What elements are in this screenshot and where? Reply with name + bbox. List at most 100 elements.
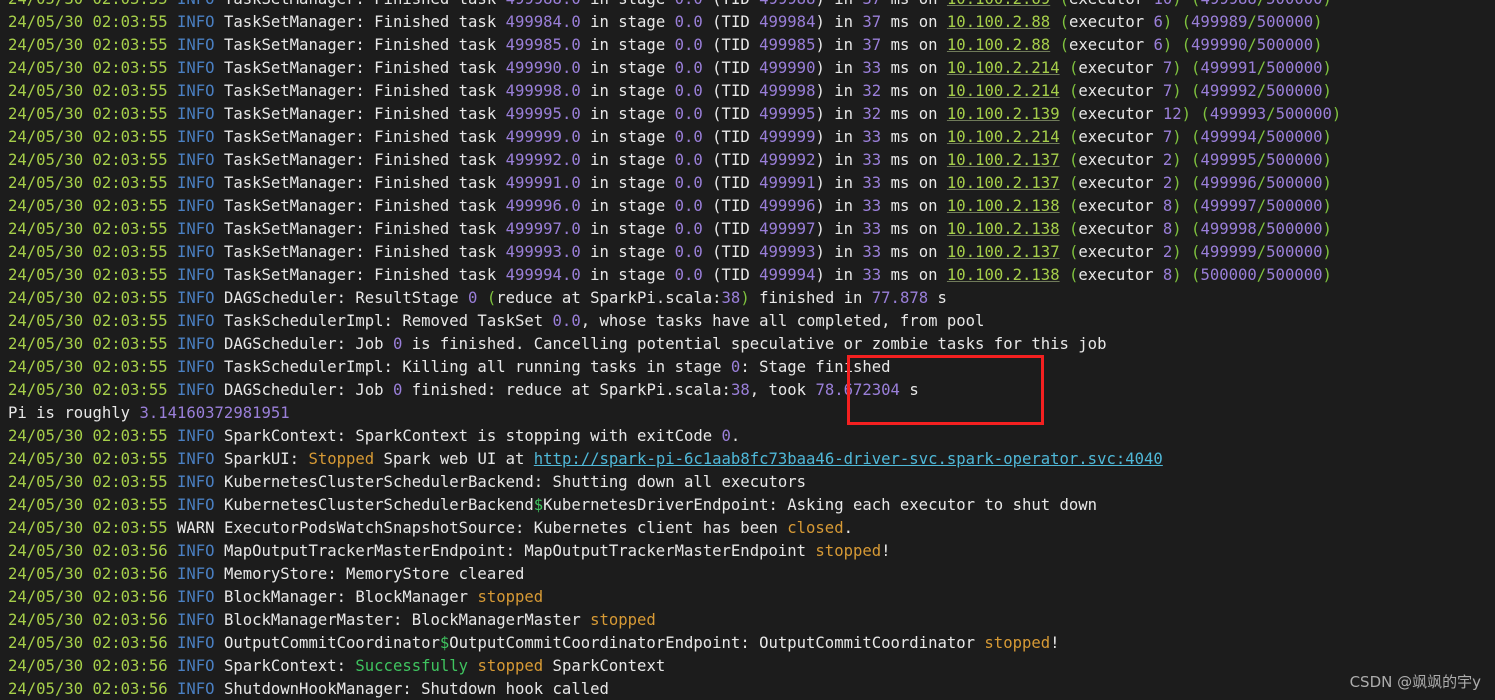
log-token-txt: KubernetesClusterSchedulerBackend [214,496,534,514]
log-line: 24/05/30 02:03:55 INFO TaskSchedulerImpl… [8,356,1495,379]
log-token-ts: 24/05/30 02:03:55 [8,0,177,8]
log-token-num: 500000 [1266,266,1323,284]
log-token-txt [1172,36,1181,54]
log-token-txt: executor [1078,151,1163,169]
log-token-num: 499994 [759,266,816,284]
log-token-ts: 24/05/30 02:03:55 [8,312,177,330]
log-token-txt: TaskSetManager: Finished task [214,36,506,54]
log-token-ip: 10.100.2.88 [946,13,1051,31]
log-token-ok: Successfully [355,657,469,675]
log-token-txt: executor [1078,59,1163,77]
log-token-txt: TaskSetManager: Finished task [215,0,506,8]
log-token-num: 499997 [759,220,816,238]
log-token-txt: TaskSetManager: Finished task [214,13,506,31]
log-token-grn: ( [477,289,497,307]
log-token-txt: ms on [881,0,947,8]
log-token-num: 499989 [1191,13,1248,31]
log-token-txt: (TID [702,59,760,77]
log-token-grn: ) [1322,59,1332,77]
log-token-txt: ) in [815,174,863,192]
log-token-org: stopped [815,542,882,560]
log-line: 24/05/30 02:03:55 INFO TaskSetManager: F… [8,149,1495,172]
log-token-num: 500000 [1266,151,1323,169]
log-token-grn: ) [1162,36,1173,54]
log-token-ip: 10.100.2.88 [946,36,1051,54]
log-token-info: INFO [177,197,215,215]
log-token-grn: ( [1059,243,1079,261]
log-token-num: 33 [862,174,882,192]
log-token-ts: 24/05/30 02:03:56 [8,611,177,629]
log-token-txt: (TID [702,197,760,215]
log-token-txt: Pi is roughly [8,404,140,422]
log-token-txt: (TID [702,13,760,31]
log-token-grn: ) [1172,151,1182,169]
log-token-txt: in stage [580,105,675,123]
log-token-ts: 24/05/30 02:03:55 [8,450,177,468]
log-token-info: INFO [177,82,215,100]
log-token-grn: / [1256,243,1267,261]
log-token-grn: ( [1181,13,1192,31]
log-token-txt: in stage [580,197,675,215]
log-line: 24/05/30 02:03:55 INFO TaskSetManager: F… [8,0,1495,11]
log-token-num: 33 [862,151,882,169]
log-token-txt: ) in [815,266,863,284]
log-token-num: 6 [1153,13,1163,31]
log-token-txt: ms on [881,128,947,146]
log-token-grn: / [1256,197,1267,215]
log-token-ip: 10.100.2.138 [946,197,1060,215]
log-token-num: 0.0 [674,197,703,215]
log-token-txt [1182,0,1191,8]
log-token-txt: s [928,289,947,307]
log-token-num: 499990 [1191,36,1248,54]
log-token-num: 8 [1162,197,1173,215]
log-token-grn: ) [1331,105,1342,123]
log-token-txt: DAGScheduler: Job [214,381,393,399]
log-token-grn: / [1256,59,1267,77]
log-token-num: 32 [862,82,882,100]
log-token-num: 499993 [1209,105,1267,123]
log-line: 24/05/30 02:03:55 INFO TaskSchedulerImpl… [8,310,1495,333]
log-token-txt: TaskSetManager: Finished task [214,59,506,77]
log-token-num: 499992.0 [505,151,581,169]
log-line: 24/05/30 02:03:55 INFO TaskSetManager: F… [8,57,1495,80]
log-token-grn: ) [1313,13,1323,31]
log-token-info: INFO [177,220,215,238]
log-token-grn: ) [1172,266,1182,284]
log-token-ts: 24/05/30 02:03:56 [8,542,177,560]
log-token-dol: $ [439,634,450,652]
log-output[interactable]: 24/05/30 02:03:55 INFO TaskSetManager: F… [8,0,1495,700]
log-token-ts: 24/05/30 02:03:55 [8,289,177,307]
log-token-txt: SparkContext: [214,657,356,675]
log-token-ts: 24/05/30 02:03:55 [8,220,177,238]
log-line: 24/05/30 02:03:55 INFO DAGScheduler: Job… [8,379,1495,402]
log-token-txt: executor [1078,197,1163,215]
log-token-num: 499988.0 [506,0,581,8]
log-token-ts: 24/05/30 02:03:55 [8,197,177,215]
log-token-num: 33 [862,128,882,146]
log-token-ip: 10.100.2.139 [946,105,1060,123]
log-token-num: 33 [862,220,882,238]
log-token-num: 0.0 [674,59,703,77]
log-token-grn: ) [1322,82,1332,100]
log-token-num: 0.0 [674,220,703,238]
log-token-info: INFO [177,588,215,606]
log-token-txt: executor [1068,36,1154,54]
log-token-num: 500000 [1275,105,1332,123]
log-token-txt [1182,82,1191,100]
log-token-txt: in stage [580,266,675,284]
log-token-txt: ms on [881,220,947,238]
log-token-url[interactable]: http://spark-pi-6c1aab8fc73baa46-driver-… [534,450,1163,468]
log-token-txt: MemoryStore: MemoryStore cleared [214,565,525,583]
log-token-grn: / [1247,36,1257,54]
log-token-ts: 24/05/30 02:03:55 [8,358,177,376]
log-token-info: INFO [177,243,215,261]
terminal-window: 24/05/30 02:03:55 INFO TaskSetManager: F… [0,0,1495,700]
log-token-grn: / [1256,82,1267,100]
log-token-info: INFO [177,381,215,399]
log-line: 24/05/30 02:03:56 INFO BlockManagerMaste… [8,609,1495,632]
log-token-grn: ( [1059,266,1079,284]
log-token-txt: TaskSetManager: Finished task [214,220,506,238]
log-token-num: 499997 [1200,197,1257,215]
log-line: 24/05/30 02:03:56 INFO BlockManager: Blo… [8,586,1495,609]
log-token-num: 10 [1153,0,1172,8]
